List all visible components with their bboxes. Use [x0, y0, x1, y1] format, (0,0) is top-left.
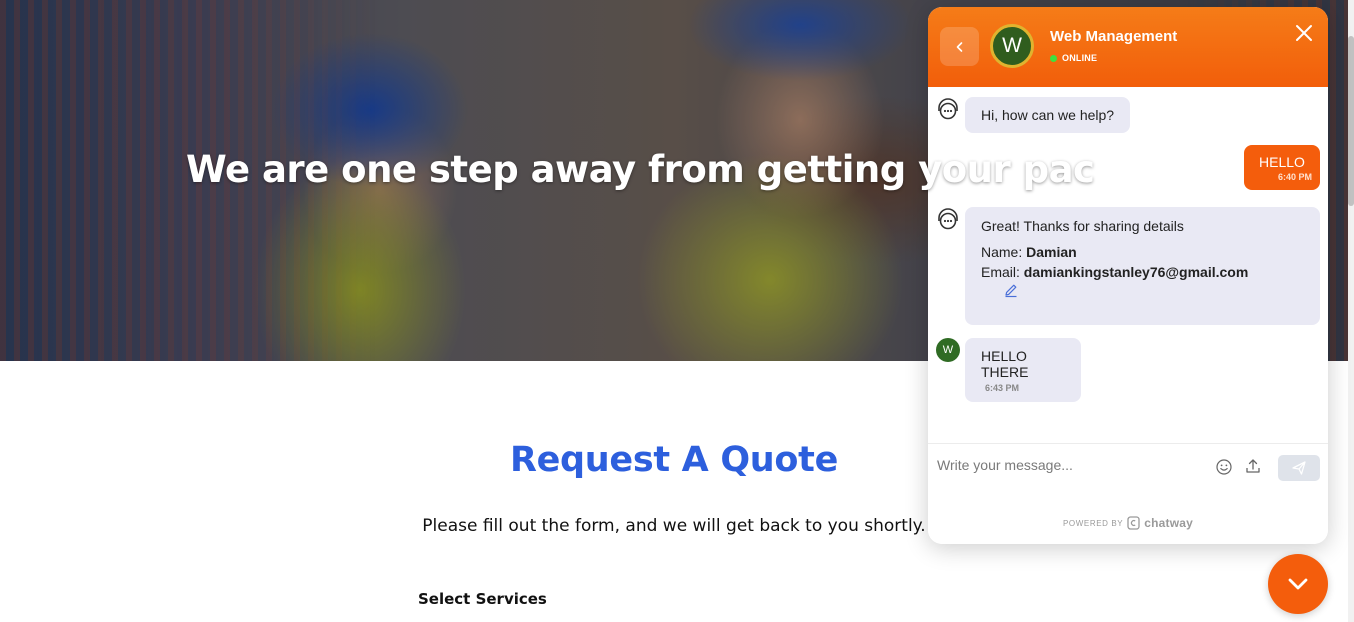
agent-message-time: 6:43 PM: [985, 383, 1020, 393]
status-text: ONLINE: [1062, 53, 1098, 63]
details-message: Great! Thanks for sharing details Name: …: [965, 207, 1320, 325]
user-message-text: HELLO: [1259, 154, 1305, 170]
message-input[interactable]: [937, 454, 1197, 476]
chat-toggle-button[interactable]: [1268, 554, 1328, 614]
agent-message: HELLO THERE 6:43 PM: [965, 338, 1081, 402]
agent-avatar: W: [990, 24, 1034, 68]
name-value: Damian: [1026, 244, 1077, 260]
details-intro: Great! Thanks for sharing details: [981, 218, 1184, 234]
close-icon[interactable]: [1292, 21, 1316, 45]
powered-by-text: POWERED BY: [1063, 518, 1124, 528]
powered-by[interactable]: POWERED BY chatway: [928, 516, 1328, 530]
chatway-brand: chatway: [1144, 516, 1193, 530]
agent-message-text: HELLO THERE: [981, 348, 1029, 380]
email-value: damiankingstanley76@gmail.com: [1023, 264, 1249, 280]
email-label: Email:: [981, 264, 1020, 280]
select-services-label: Select Services: [418, 590, 547, 608]
message-composer: POWERED BY chatway: [928, 443, 1328, 544]
edit-icon[interactable]: [1003, 282, 1019, 298]
send-button[interactable]: [1278, 455, 1320, 481]
user-message-time: 6:40 PM: [1277, 172, 1312, 182]
hero-title: We are one step away from getting your p…: [186, 148, 1095, 191]
chat-widget: W Web Management ONLINE Hi, how can we h…: [928, 7, 1328, 544]
user-message: HELLO 6:40 PM: [1244, 145, 1320, 190]
agent-avatar-small: W: [936, 338, 960, 362]
scrollbar-thumb[interactable]: [1348, 36, 1354, 206]
send-icon: [1292, 461, 1306, 475]
details-email-row: Email: damiankingstanley76@gmail.com: [981, 264, 1304, 280]
bot-greeting-message: Hi, how can we help?: [965, 97, 1131, 133]
chatway-logo-icon: [1127, 516, 1140, 530]
message-list[interactable]: Hi, how can we help? HELLO 6:40 PM Great…: [928, 87, 1328, 443]
support-bot-icon: [938, 98, 958, 120]
name-label: Name:: [981, 244, 1023, 260]
chevron-down-icon: [1288, 578, 1308, 590]
agent-name: Web Management: [1050, 28, 1178, 45]
online-dot-icon: [1050, 54, 1057, 62]
emoji-icon[interactable]: [1215, 458, 1233, 476]
page-scrollbar[interactable]: [1348, 0, 1354, 622]
support-bot-icon: [938, 208, 958, 230]
back-button[interactable]: [940, 27, 979, 66]
upload-icon[interactable]: [1244, 457, 1262, 475]
chat-header: W Web Management ONLINE: [928, 7, 1328, 87]
details-name-row: Name: Damian: [981, 244, 1304, 260]
agent-status: ONLINE: [1050, 53, 1097, 63]
chevron-left-icon: [956, 41, 962, 52]
